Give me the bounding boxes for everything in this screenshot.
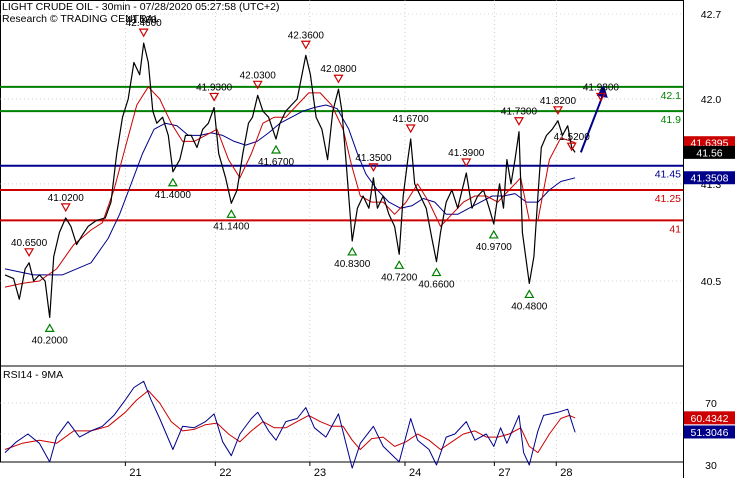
y-tick-label: 42.0 — [701, 94, 722, 106]
peak-label: 40.6500 — [11, 238, 48, 249]
rsi-panel: RSI14 - 9MA70503060.434251.3046 — [0, 369, 735, 472]
peak-label: 41.3900 — [448, 148, 485, 159]
peak-triangle — [513, 117, 525, 126]
trough-label: 40.6600 — [418, 280, 455, 291]
x-tick-label: 24 — [409, 467, 421, 479]
peak-label: 42.3600 — [288, 30, 325, 41]
peak-label: 41.7300 — [501, 107, 538, 118]
trough-triangle — [431, 267, 442, 277]
peak-label: 41.9300 — [583, 82, 620, 93]
peak-label: 42.0300 — [240, 70, 277, 81]
trough-triangle — [270, 144, 282, 154]
x-tick-label: 22 — [219, 467, 231, 479]
peak-label: 42.0800 — [320, 64, 357, 75]
price-tag-label: 41.56 — [696, 147, 722, 159]
trough-triangle — [226, 209, 237, 218]
level-label: 41 — [669, 223, 681, 235]
price-line — [4, 42, 576, 318]
peak-triangle — [24, 248, 35, 258]
trough-triangle — [44, 323, 55, 333]
peak-triangle — [300, 40, 311, 50]
price-series — [4, 42, 576, 318]
chart-canvas: 42.141.941.4541.2541 42.460042.360042.08… — [0, 0, 735, 479]
rsi-value-tag-label: 51.3046 — [691, 427, 729, 439]
peak-label: 41.3500 — [355, 153, 392, 164]
x-tick-label: 27 — [498, 467, 510, 479]
trough-label: 40.4800 — [511, 301, 548, 312]
annotation-marks: 42.460042.360042.080042.030041.9300 41.93… — [11, 18, 619, 346]
peak-label: 41.6700 — [393, 114, 430, 125]
peak-triangle — [209, 92, 220, 102]
trough-triangle — [488, 229, 499, 239]
peak-label: 41.9300 — [196, 82, 233, 93]
trough-label: 40.2000 — [32, 335, 69, 346]
x-tick-label: 23 — [314, 467, 326, 479]
peak-label: 41.5200 — [554, 132, 591, 143]
rsi-line — [4, 380, 576, 469]
peak-triangle — [60, 203, 71, 213]
trough-triangle — [524, 289, 535, 299]
rsi-value-tag-label: 60.4342 — [691, 413, 729, 425]
y-tick-label: 40.5 — [701, 276, 722, 288]
level-label: 42.1 — [661, 90, 682, 102]
y-tick-label: 42.7 — [701, 9, 722, 21]
price-tag-label: 41.3508 — [691, 173, 729, 185]
level-label: 41.25 — [655, 193, 681, 205]
chart-title: LIGHT CRUDE OIL - 30min - 07/28/2020 05:… — [2, 1, 280, 13]
fast-moving-average-line — [4, 86, 576, 288]
x-tick-label: 28 — [560, 467, 572, 479]
level-label: 41.9 — [661, 114, 682, 126]
trough-label: 40.8300 — [334, 259, 371, 270]
trough-triangle — [394, 260, 405, 269]
peak-label: 41.0200 — [48, 193, 85, 204]
forecast-arrow-line — [579, 92, 605, 153]
chart-subtitle: Research © TRADING CENTRAL — [2, 13, 160, 25]
peak-label: 41.8200 — [540, 96, 577, 107]
trough-triangle — [167, 177, 178, 187]
axis-labels: 21 22 23 24 27 2842.742.041.340.541.10041.639… — [124, 9, 735, 479]
peak-triangle — [333, 74, 344, 84]
trough-label: 40.7200 — [381, 272, 418, 283]
peak-triangle — [405, 124, 416, 134]
x-tick-label: 21 — [129, 467, 141, 479]
trough-label: 41.6700 — [258, 157, 295, 168]
trough-label: 40.9700 — [476, 242, 513, 253]
trough-label: 41.4000 — [155, 190, 192, 201]
rsi-tick-label: 30 — [705, 460, 717, 472]
rsi-title: RSI14 - 9MA — [3, 369, 63, 381]
trough-triangle — [347, 246, 358, 256]
rsi-tick-label: 70 — [705, 398, 717, 410]
peak-triangle — [138, 28, 149, 38]
rsi-moving-average-line — [4, 390, 576, 454]
level-label: 41.45 — [655, 169, 681, 181]
trough-label: 41.1400 — [213, 221, 250, 232]
